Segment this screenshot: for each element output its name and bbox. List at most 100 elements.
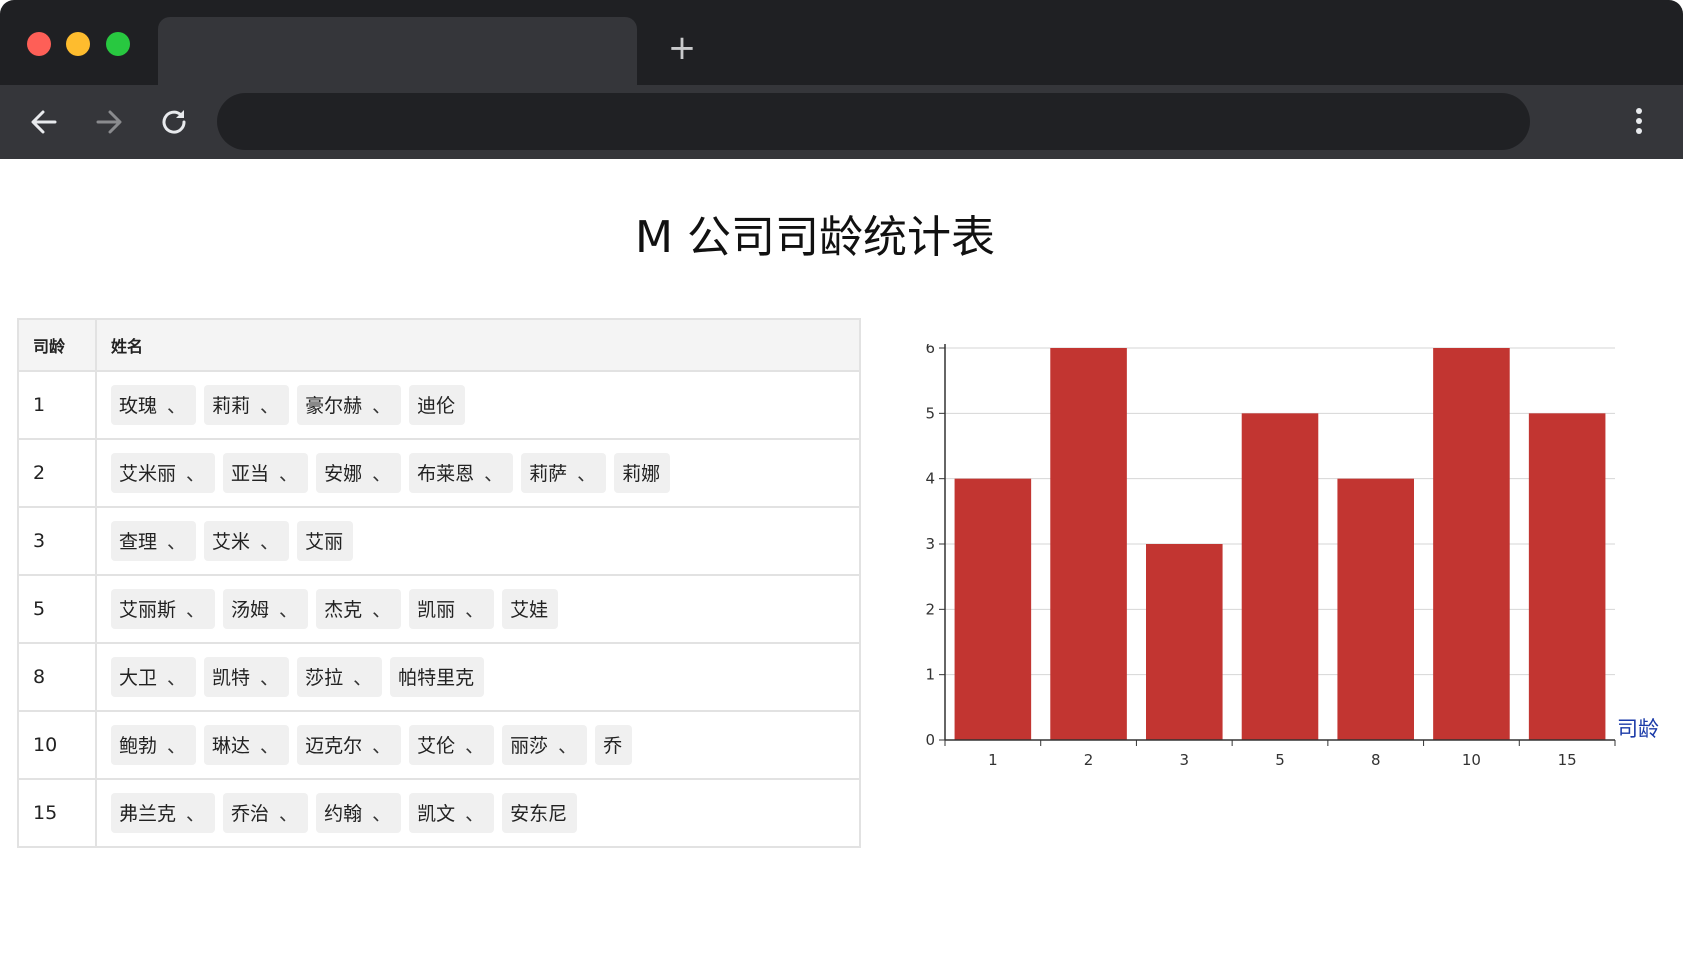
name-text: 乔 (603, 735, 623, 757)
name-text: 艾娃 (510, 599, 549, 621)
name-text: 艾伦 (417, 735, 456, 757)
name-text: 安东尼 (510, 803, 568, 825)
title-bar: + (0, 0, 1683, 85)
name-list: 艾米丽、亚当、安娜、布莱恩、莉萨、莉娜 (111, 453, 845, 493)
name-text: 琳达 (212, 735, 251, 757)
name-tag: 大卫、 (111, 657, 197, 697)
name-list: 查理、艾米、艾丽 (111, 521, 845, 561)
menu-dot-icon (1636, 118, 1642, 124)
bar (954, 478, 1032, 740)
name-text: 迪伦 (417, 395, 456, 417)
y-tick-label: 0 (925, 731, 935, 749)
name-tag: 莉萨、 (521, 453, 607, 493)
name-tag: 艾娃 (502, 589, 559, 629)
name-text: 大卫 (119, 667, 158, 689)
new-tab-button[interactable]: + (666, 31, 698, 65)
name-tag: 乔 (595, 725, 633, 765)
menu-dot-icon (1636, 108, 1642, 114)
y-tick-label: 6 (925, 344, 935, 357)
name-separator: 、 (279, 599, 299, 621)
name-separator: 、 (465, 803, 485, 825)
table-row: 8 大卫、凯特、莎拉、帕特里克 (17, 642, 861, 712)
name-separator: 、 (465, 735, 485, 757)
name-list: 大卫、凯特、莎拉、帕特里克 (111, 657, 845, 697)
bar (1433, 348, 1510, 740)
name-separator: 、 (558, 735, 578, 757)
name-text: 杰克 (324, 599, 363, 621)
name-tag: 安东尼 (502, 793, 578, 833)
name-tag: 玫瑰、 (111, 385, 197, 425)
close-window-button[interactable] (27, 32, 51, 56)
name-text: 凯特 (212, 667, 251, 689)
name-tag: 杰克、 (316, 589, 402, 629)
name-list: 玫瑰、莉莉、豪尔赫、迪伦 (111, 385, 845, 425)
years-cell: 3 (17, 506, 97, 576)
name-tag: 凯丽、 (409, 589, 495, 629)
name-separator: 、 (353, 667, 373, 689)
name-separator: 、 (372, 599, 392, 621)
names-cell: 查理、艾米、艾丽 (95, 506, 861, 576)
name-text: 迈克尔 (305, 735, 363, 757)
bar (1146, 544, 1223, 740)
browser-window: + M 公司司龄统计表 司龄 姓名 1 玫瑰 、 莉莉 、 豪尔赫 、 迪伦 2… (0, 0, 1683, 977)
name-separator: 、 (186, 463, 206, 485)
name-separator: 、 (186, 803, 206, 825)
name-tag: 乔治、 (223, 793, 309, 833)
years-cell: 10 (17, 710, 97, 780)
y-tick-label: 5 (925, 404, 935, 422)
reload-button[interactable] (157, 105, 191, 139)
name-text: 约翰 (324, 803, 363, 825)
minimize-window-button[interactable] (66, 32, 90, 56)
name-list: 鲍勃、琳达、迈克尔、艾伦、丽莎、乔 (111, 725, 845, 765)
name-list: 弗兰克、乔治、约翰、凯文、安东尼 (111, 793, 845, 833)
x-tick-label: 2 (1084, 751, 1094, 769)
name-text: 丽莎 (510, 735, 549, 757)
name-text: 汤姆 (231, 599, 270, 621)
name-tag: 丽莎、 (502, 725, 588, 765)
name-separator: 、 (167, 735, 187, 757)
name-text: 莉萨 (529, 463, 568, 485)
table-row: 10 鲍勃、琳达、迈克尔、艾伦、丽莎、乔 (17, 710, 861, 780)
name-text: 查理 (119, 531, 158, 553)
y-tick-label: 3 (925, 535, 935, 553)
name-tag: 帕特里克 (390, 657, 485, 697)
name-list: 艾丽斯、汤姆、杰克、凯丽、艾娃 (111, 589, 845, 629)
name-separator: 、 (167, 667, 187, 689)
name-text: 艾米 (212, 531, 251, 553)
name-tag: 艾伦、 (409, 725, 495, 765)
bar-chart: 0123456123581015人数司龄 (925, 344, 1659, 769)
reload-icon (162, 110, 186, 134)
name-separator: 、 (484, 463, 504, 485)
names-cell: 艾米丽、亚当、安娜、布莱恩、莉萨、莉娜 (95, 438, 861, 508)
name-tag: 豪尔赫、 (297, 385, 402, 425)
address-bar[interactable] (217, 93, 1530, 150)
name-tag: 安娜、 (316, 453, 402, 493)
name-tag: 查理、 (111, 521, 197, 561)
name-text: 弗兰克 (119, 803, 177, 825)
browser-tab[interactable] (158, 17, 637, 85)
x-tick-label: 5 (1275, 751, 1285, 769)
names-cell: 玫瑰、莉莉、豪尔赫、迪伦 (95, 370, 861, 440)
name-tag: 凯文、 (409, 793, 495, 833)
name-separator: 、 (372, 735, 392, 757)
name-tag: 凯特、 (204, 657, 290, 697)
name-separator: 、 (372, 463, 392, 485)
browser-menu-button[interactable] (1624, 105, 1654, 139)
forward-button[interactable] (92, 105, 126, 139)
tenure-chart: 0123456123581015人数司龄 (893, 344, 1673, 804)
table-row: 3 查理、艾米、艾丽 (17, 506, 861, 576)
name-separator: 、 (260, 735, 280, 757)
name-tag: 弗兰克、 (111, 793, 216, 833)
name-tag: 艾丽斯、 (111, 589, 216, 629)
back-button[interactable] (27, 105, 61, 139)
x-tick-label: 15 (1558, 751, 1577, 769)
name-separator: 、 (372, 803, 392, 825)
name-tag: 亚当、 (223, 453, 309, 493)
table-body: 1 玫瑰、莉莉、豪尔赫、迪伦 2 艾米丽、亚当、安娜、布莱恩、莉萨、莉娜 3 查理、艾米、… (17, 370, 861, 848)
name-text: 帕特里克 (398, 667, 475, 689)
years-cell: 8 (17, 642, 97, 712)
name-text: 凯文 (417, 803, 456, 825)
maximize-window-button[interactable] (106, 32, 130, 56)
names-cell: 艾丽斯、汤姆、杰克、凯丽、艾娃 (95, 574, 861, 644)
header-years: 司龄 (17, 318, 97, 372)
